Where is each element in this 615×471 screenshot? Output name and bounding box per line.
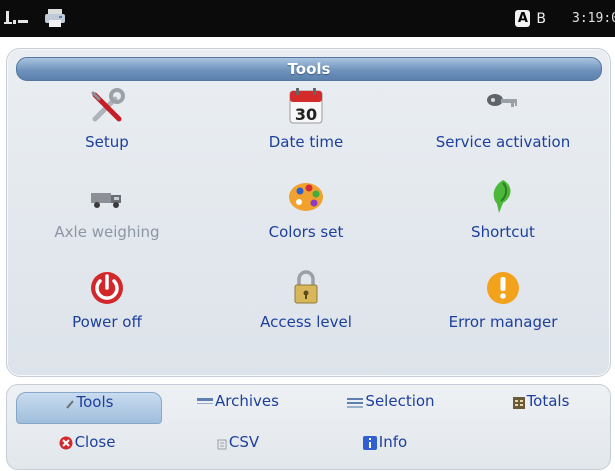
archives-tab-icon (197, 395, 214, 413)
tool-error-manager[interactable]: Error manager (403, 267, 603, 349)
info-icon (362, 436, 377, 454)
tools-panel: Tools Setup 30 Date time Service activat… (6, 48, 611, 377)
tab-label: Tools (76, 393, 114, 411)
tool-access-level[interactable]: Access level (206, 267, 406, 349)
channel-b-label: B (536, 10, 547, 27)
button-label: Close (74, 433, 116, 451)
tool-label: Service activation (435, 133, 571, 151)
csv-icon (217, 436, 227, 454)
tool-label: Access level (260, 313, 352, 331)
wrench-screwdriver-icon (87, 87, 127, 127)
tool-label: Colors set (268, 223, 344, 241)
calendar-icon: 30 (286, 87, 326, 127)
panel-title: Tools (16, 57, 602, 81)
close-icon (59, 436, 73, 454)
power-icon (87, 267, 127, 307)
status-bar: A B 3:19:0 (0, 0, 615, 37)
clock: 3:19:0 (572, 11, 615, 26)
button-label: Info (378, 433, 408, 451)
tool-shortcut[interactable]: Shortcut (403, 177, 603, 259)
svg-text:30: 30 (295, 105, 317, 124)
tab-label: Selection (365, 392, 435, 410)
tab-label: Totals (526, 392, 570, 410)
channel-a-badge: A (515, 10, 531, 27)
info-button[interactable]: Info (345, 433, 425, 463)
csv-button[interactable]: CSV (203, 433, 273, 463)
totals-tab-icon (512, 395, 525, 413)
key-icon (483, 87, 523, 127)
tool-colors-set[interactable]: Colors set (206, 177, 406, 259)
tool-service-activation[interactable]: Service activation (403, 87, 603, 169)
tab-label: Archives (215, 392, 279, 410)
tool-label: Axle weighing (54, 223, 160, 241)
signal-icon (4, 8, 34, 32)
tool-power-off[interactable]: Power off (7, 267, 207, 349)
padlock-icon (286, 267, 326, 307)
tool-label: Date time (268, 133, 344, 151)
tab-archives[interactable]: Archives (183, 392, 293, 422)
warning-icon (483, 267, 523, 307)
tab-tools[interactable]: Tools (16, 392, 162, 424)
tool-label: Shortcut (471, 223, 535, 241)
truck-icon (87, 177, 127, 217)
tab-selection[interactable]: Selection (330, 392, 452, 422)
tools-tab-icon (65, 396, 75, 414)
close-button[interactable]: Close (47, 433, 127, 463)
tool-label: Error manager (448, 313, 558, 331)
button-label: CSV (228, 433, 260, 451)
printer-icon (44, 8, 66, 32)
tool-setup[interactable]: Setup (7, 87, 207, 169)
tool-label: Power off (72, 313, 142, 331)
leaf-arrow-icon (483, 177, 523, 217)
bottom-nav: Tools Archives Selection Totals Close CS… (6, 384, 611, 470)
palette-icon (286, 177, 326, 217)
status-icons (4, 8, 66, 32)
tab-totals[interactable]: Totals (491, 392, 591, 422)
tool-label: Setup (85, 133, 129, 151)
selection-tab-icon (347, 395, 364, 413)
tool-axle-weighing[interactable]: Axle weighing (7, 177, 207, 259)
tool-date-time[interactable]: 30 Date time (206, 87, 406, 169)
